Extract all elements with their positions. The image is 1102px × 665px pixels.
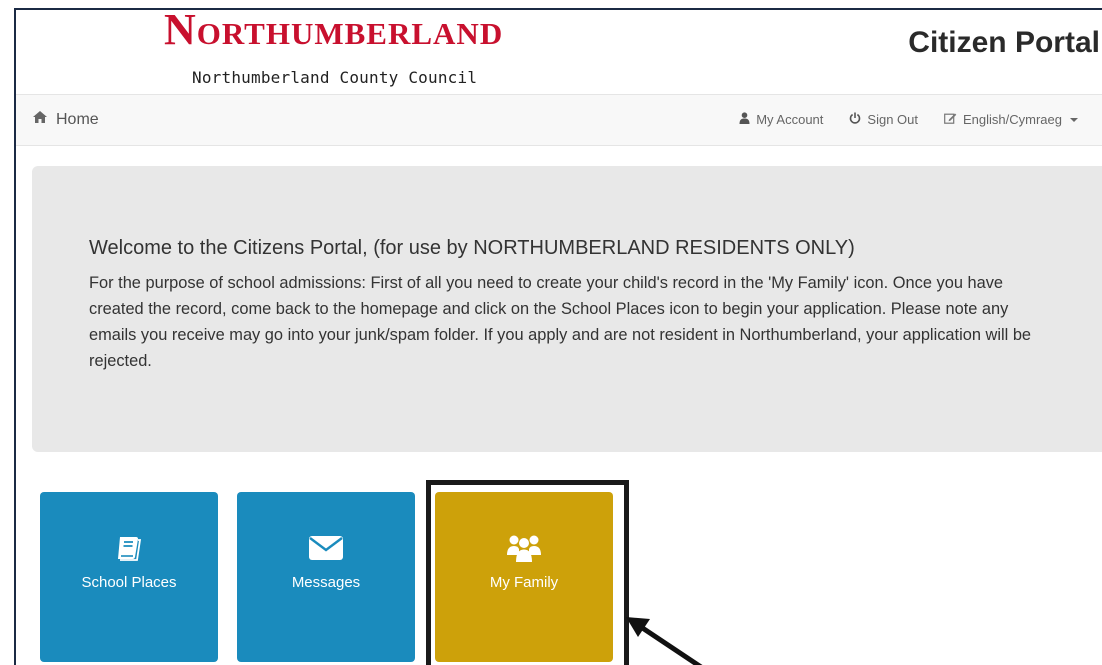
pointer-arrow-icon	[626, 617, 703, 665]
language-dropdown[interactable]: English/Cymraeg	[944, 112, 1078, 127]
messages-label: Messages	[291, 574, 361, 591]
messages-tile[interactable]: Messages	[237, 492, 415, 662]
power-icon	[849, 112, 861, 127]
chevron-down-icon	[1070, 117, 1078, 122]
user-icon	[739, 112, 750, 127]
welcome-title: Welcome to the Citizens Portal, (for use…	[89, 237, 855, 259]
welcome-panel: Welcome to the Citizens Portal, (for use…	[32, 166, 1102, 452]
logo-subtitle: Northumberland County Council	[192, 68, 478, 87]
school-places-tile[interactable]: School Places	[40, 492, 218, 662]
envelope-icon	[308, 532, 344, 564]
sign-out-link[interactable]: Sign Out	[849, 112, 918, 127]
northumberland-logo[interactable]: Northumberland	[164, 10, 503, 52]
my-family-label: My Family	[489, 574, 559, 591]
my-account-link[interactable]: My Account	[739, 112, 823, 127]
site-header: Northumberland Northumberland County Cou…	[16, 10, 1102, 94]
school-places-label: School Places	[81, 574, 177, 591]
navbar: Home My Account Sign Out English/Cymraeg	[16, 94, 1102, 146]
home-icon	[32, 110, 48, 129]
nav-right-links: My Account Sign Out English/Cymraeg	[739, 112, 1078, 127]
sign-out-label: Sign Out	[867, 112, 918, 127]
page-frame: Northumberland Northumberland County Cou…	[14, 8, 1102, 665]
nav-home-link[interactable]: Home	[32, 110, 99, 129]
portal-title: Citizen Portal	[908, 26, 1100, 59]
nav-home-label: Home	[56, 110, 99, 128]
edit-icon	[944, 112, 957, 127]
book-icon	[114, 532, 144, 564]
language-label: English/Cymraeg	[963, 112, 1062, 127]
family-icon	[506, 532, 542, 564]
welcome-text: For the purpose of school admissions: Fi…	[89, 274, 1032, 370]
my-family-tile[interactable]: My Family	[435, 492, 613, 662]
my-account-label: My Account	[756, 112, 824, 127]
